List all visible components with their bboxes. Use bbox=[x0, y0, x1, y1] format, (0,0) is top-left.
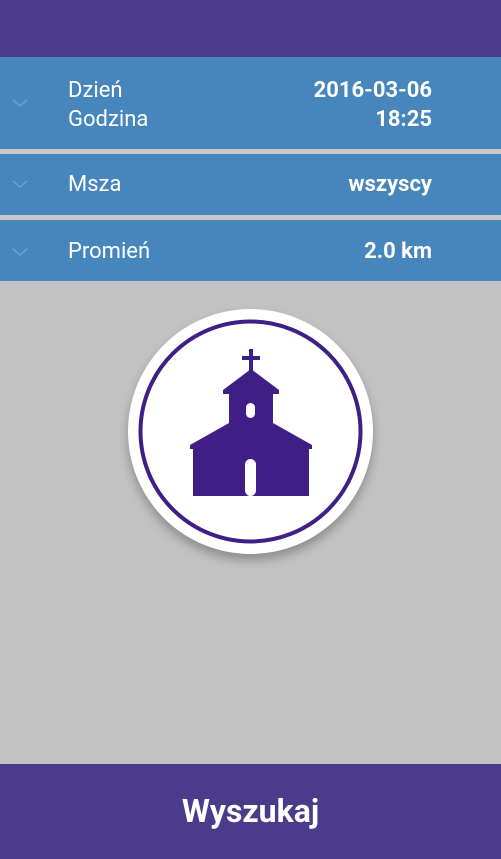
date-time-row[interactable]: Dzień Godzina 2016-03-06 18:25 bbox=[0, 57, 501, 149]
church-icon bbox=[138, 319, 363, 544]
date-label: Dzień bbox=[68, 78, 123, 103]
radius-value: 2.0 km bbox=[364, 239, 432, 264]
time-label: Godzina bbox=[68, 107, 149, 132]
time-value: 18:25 bbox=[375, 107, 432, 132]
chevron-down-icon bbox=[10, 246, 30, 258]
search-button[interactable]: Wyszukaj bbox=[0, 764, 501, 859]
mass-value: wszyscy bbox=[348, 172, 432, 197]
radius-label: Promień bbox=[68, 239, 151, 264]
mass-row[interactable]: Msza wszyscy bbox=[0, 154, 501, 215]
chevron-down-icon bbox=[10, 178, 30, 190]
mass-label: Msza bbox=[68, 172, 122, 197]
church-logo bbox=[128, 309, 373, 554]
radius-row[interactable]: Promień 2.0 km bbox=[0, 220, 501, 281]
top-app-bar bbox=[0, 0, 501, 57]
chevron-down-icon bbox=[10, 97, 30, 109]
date-value: 2016-03-06 bbox=[313, 78, 432, 103]
